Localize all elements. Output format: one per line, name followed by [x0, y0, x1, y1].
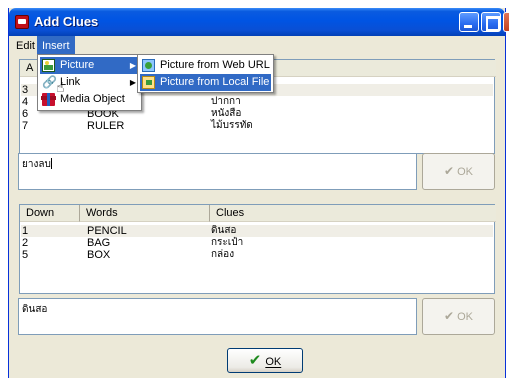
menu-bar: Edit Insert	[9, 36, 505, 56]
submenu-arrow-icon: ▶	[129, 78, 136, 87]
row-word: BAG	[87, 237, 111, 249]
row-number: 5	[22, 249, 29, 261]
row-word: RULER	[87, 120, 125, 132]
menu-item-picture-web-url[interactable]: Picture from Web URL	[140, 57, 271, 74]
title-bar[interactable]: Add Clues	[9, 8, 509, 36]
row-number: 3	[22, 84, 29, 96]
row-clue: ดินสอ	[211, 225, 237, 236]
across-clue-value: ยางลบ	[22, 159, 51, 170]
picture-submenu: Picture from Web URL Picture from Local …	[137, 54, 274, 93]
row-number: 6	[22, 108, 29, 120]
row-number: 1	[22, 225, 29, 237]
menu-item-media-object[interactable]: Media Object	[40, 91, 139, 108]
check-icon: ✔	[444, 309, 455, 323]
web-picture-icon	[142, 59, 155, 72]
row-clue: ไม้บรรทัด	[211, 120, 253, 131]
app-icon	[15, 15, 29, 29]
link-icon: 🔗	[42, 75, 57, 89]
row-number: 4	[22, 96, 29, 108]
menu-item-label: Picture	[60, 59, 95, 71]
row-word: PENCIL	[87, 225, 127, 237]
local-file-picture-icon	[142, 76, 155, 89]
window-title: Add Clues	[34, 14, 99, 29]
table-row[interactable]: 5 BOX กล่อง	[21, 249, 493, 261]
across-ok-label: OK	[457, 166, 473, 178]
menu-item-link[interactable]: 🔗 Link ▶	[40, 74, 139, 91]
picture-icon	[42, 59, 55, 72]
main-ok-label: OK	[265, 356, 282, 368]
minimize-button[interactable]	[459, 12, 479, 32]
submenu-arrow-icon: ▶	[129, 61, 136, 70]
close-button[interactable]	[503, 12, 509, 32]
row-number: 7	[22, 120, 29, 132]
down-ok-button[interactable]: ✔ OK	[422, 298, 495, 335]
insert-menu: Picture ▶ 🔗 Link ▶ Media Object	[37, 54, 142, 111]
menu-item-label: Picture from Local File	[160, 76, 270, 88]
menu-insert[interactable]: Insert	[37, 36, 75, 56]
across-clue-input[interactable]: ยางลบ	[18, 153, 417, 190]
text-caret	[50, 158, 52, 169]
check-icon: ✔	[444, 164, 455, 178]
table-row[interactable]: 2 BAG กระเป๋า	[21, 237, 493, 249]
down-clue-value: ดินสอ	[22, 304, 48, 315]
clues-column-header[interactable]: Clues	[210, 205, 496, 222]
row-clue: หนังสือ	[211, 108, 242, 119]
row-clue: ปากกา	[211, 96, 241, 107]
words-column-header[interactable]: Words	[80, 205, 210, 222]
across-ok-button[interactable]: ✔ OK	[422, 153, 495, 190]
table-row[interactable]: 7 RULER ไม้บรรทัด	[21, 120, 493, 132]
down-list-header: Down Words Clues	[20, 205, 496, 222]
media-object-icon	[41, 93, 56, 106]
row-number: 2	[22, 237, 29, 249]
row-clue: กล่อง	[211, 249, 235, 260]
down-clue-input[interactable]: ดินสอ	[18, 298, 417, 335]
row-word: BOX	[87, 249, 111, 261]
down-column-header[interactable]: Down	[20, 205, 80, 222]
hand-cursor-icon: ☝	[56, 79, 65, 95]
main-ok-button[interactable]: ✔ OK	[227, 348, 303, 373]
menu-item-picture[interactable]: Picture ▶	[40, 57, 139, 74]
menu-item-picture-local-file[interactable]: Picture from Local File	[140, 74, 271, 91]
add-clues-window: Add Clues Edit Insert A 3 ยางลบ 4 ปากกา …	[8, 8, 509, 378]
row-clue: กระเป๋า	[211, 237, 244, 248]
down-ok-label: OK	[457, 311, 473, 323]
menu-edit[interactable]: Edit	[11, 36, 40, 56]
menu-item-label: Picture from Web URL	[160, 59, 270, 71]
table-row[interactable]: 1 PENCIL ดินสอ	[21, 225, 493, 237]
down-list[interactable]: Down Words Clues 1 PENCIL ดินสอ 2 BAG กร…	[19, 204, 496, 294]
check-icon: ✔	[248, 352, 262, 369]
maximize-button[interactable]	[481, 12, 501, 32]
menu-item-label: Media Object	[60, 93, 125, 105]
